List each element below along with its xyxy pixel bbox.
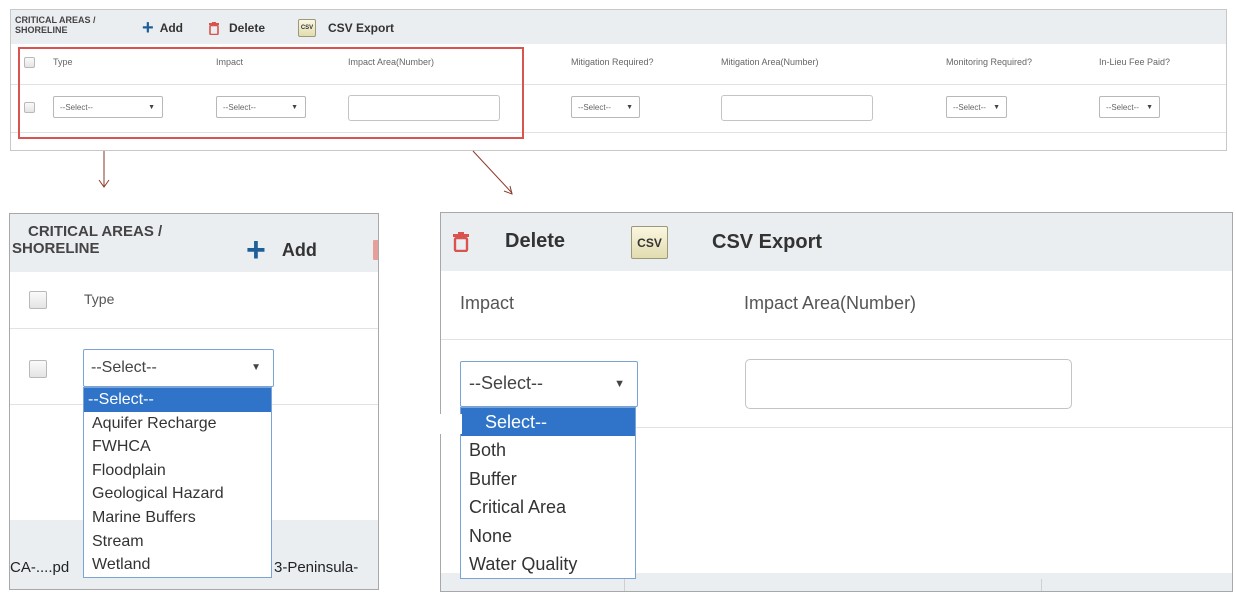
chevron-down-icon: ▼ xyxy=(251,362,261,373)
option-aquifer-recharge[interactable]: Aquifer Recharge xyxy=(84,412,271,436)
impact-dropdown-list: Select-- Both Buffer Critical Area None … xyxy=(460,407,636,579)
option-geological-hazard[interactable]: Geological Hazard xyxy=(84,482,271,506)
option-wetland[interactable]: Wetland xyxy=(84,553,271,577)
right-csv-export-button[interactable]: CSV Export xyxy=(712,231,822,254)
trash-icon xyxy=(453,231,469,252)
right-impact-area-input[interactable] xyxy=(745,359,1072,409)
right-impact-area-header: Impact Area(Number) xyxy=(744,293,917,313)
option-critical-area[interactable]: Critical Area xyxy=(461,493,635,521)
left-bottom-text-right: 3-Peninsula- xyxy=(274,559,359,576)
right-impact-select[interactable]: --Select-- ▼ xyxy=(460,361,638,407)
trash-icon-partial xyxy=(373,240,378,260)
option-fwhca[interactable]: FWHCA xyxy=(84,435,271,459)
left-select-all-checkbox[interactable] xyxy=(29,291,47,309)
arrow-right-line xyxy=(472,150,513,194)
right-csv-icon[interactable]: CSV xyxy=(631,226,668,259)
left-zoom-panel: CRITICAL AREAS / SHORELINE + Add Type --… xyxy=(9,213,379,590)
option-none[interactable]: None xyxy=(461,522,635,550)
left-row-divider xyxy=(10,328,378,329)
option-floodplain[interactable]: Floodplain xyxy=(84,459,271,483)
right-impact-header: Impact xyxy=(460,293,515,313)
right-bottom-divider xyxy=(624,579,625,591)
right-zoom-panel: Delete CSV CSV Export Impact Impact Area… xyxy=(440,212,1233,592)
option-select[interactable]: Select-- xyxy=(461,408,635,437)
crop-gap xyxy=(428,414,462,434)
option-water-quality[interactable]: Water Quality xyxy=(461,550,635,578)
left-section-title: CRITICAL AREAS / SHORELINE xyxy=(12,223,163,257)
left-bottom-text-left: CA-....pd xyxy=(10,559,70,576)
left-type-select[interactable]: --Select-- ▼ xyxy=(83,349,274,387)
left-row-checkbox[interactable] xyxy=(29,360,47,378)
option-select[interactable]: --Select-- xyxy=(84,388,271,412)
left-type-header: Type xyxy=(84,291,115,307)
plus-icon: + xyxy=(246,231,266,269)
option-both[interactable]: Both xyxy=(461,436,635,464)
type-dropdown-list: --Select-- Aquifer Recharge FWHCA Floodp… xyxy=(83,387,272,578)
right-bottom-divider xyxy=(1041,579,1042,591)
chevron-down-icon: ▼ xyxy=(614,378,625,390)
left-add-button[interactable]: + Add xyxy=(246,231,317,269)
right-delete-button[interactable]: Delete xyxy=(453,230,565,253)
option-marine-buffers[interactable]: Marine Buffers xyxy=(84,506,271,530)
right-row-divider xyxy=(441,339,1232,340)
arrow-right-head xyxy=(503,185,513,195)
option-stream[interactable]: Stream xyxy=(84,530,271,554)
option-buffer[interactable]: Buffer xyxy=(461,465,635,493)
